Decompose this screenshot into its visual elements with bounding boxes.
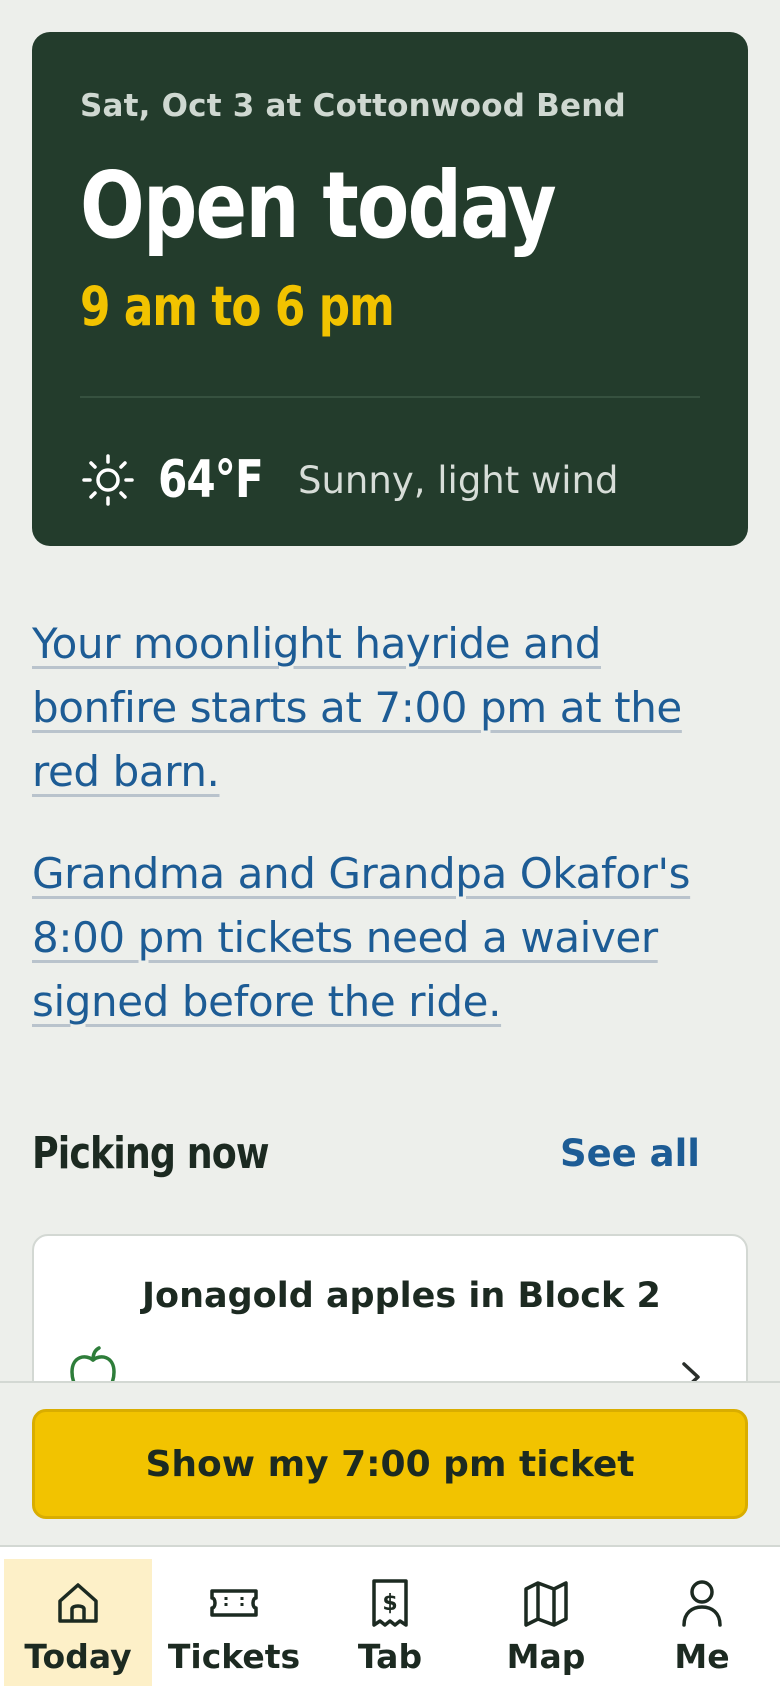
show-ticket-button[interactable]: Show my 7:00 pm ticket — [32, 1409, 748, 1519]
hayride-alert-link[interactable]: Your moonlight hayride and bonfire start… — [32, 612, 732, 804]
receipt-dollar-icon: $ — [372, 1579, 408, 1627]
nav-label-today: Today — [24, 1637, 132, 1676]
ticket-icon — [210, 1589, 258, 1617]
nav-label-tickets: Tickets — [167, 1637, 301, 1676]
picking-item-label: Jonagold apples in Block 2 — [142, 1276, 661, 1316]
waiver-alert-link[interactable]: Grandma and Grandpa Okafor's 8:00 pm tic… — [32, 842, 732, 1034]
opening-hours: 9 am to 6 pm — [80, 275, 395, 338]
nav-me[interactable]: Me — [624, 1547, 780, 1688]
home-icon — [58, 1583, 98, 1623]
nav-map[interactable]: Map — [468, 1547, 624, 1688]
bottom-nav: Today Tickets $ Tab Map Me — [0, 1545, 780, 1688]
person-icon — [682, 1580, 722, 1627]
nav-tab[interactable]: $ Tab — [312, 1547, 468, 1688]
date-location: Sat, Oct 3 at Cottonwood Bend — [80, 88, 626, 124]
nav-label-me: Me — [674, 1637, 730, 1676]
weather-row: 64°F Sunny, light wind — [80, 450, 619, 510]
open-status-title: Open today — [80, 152, 557, 259]
section-title: Picking now — [32, 1128, 270, 1179]
nav-today[interactable]: Today — [0, 1547, 156, 1688]
nav-label-tab: Tab — [357, 1637, 423, 1676]
nav-label-map: Map — [506, 1637, 586, 1676]
status-card: Sat, Oct 3 at Cottonwood Bend Open today… — [32, 32, 748, 546]
see-all-link[interactable]: See all — [560, 1132, 700, 1175]
divider — [80, 396, 700, 398]
picking-section-header: Picking now See all — [32, 1128, 700, 1179]
today-screen: Sat, Oct 3 at Cottonwood Bend Open today… — [0, 0, 780, 1688]
svg-text:$: $ — [382, 1591, 397, 1616]
nav-tickets[interactable]: Tickets — [156, 1547, 312, 1688]
cta-bar: Show my 7:00 pm ticket — [0, 1381, 780, 1545]
alerts-list: Your moonlight hayride and bonfire start… — [32, 612, 732, 1072]
map-icon — [524, 1581, 568, 1627]
sun-icon — [82, 454, 134, 506]
temperature: 64°F — [158, 450, 264, 510]
weather-conditions: Sunny, light wind — [298, 458, 619, 502]
